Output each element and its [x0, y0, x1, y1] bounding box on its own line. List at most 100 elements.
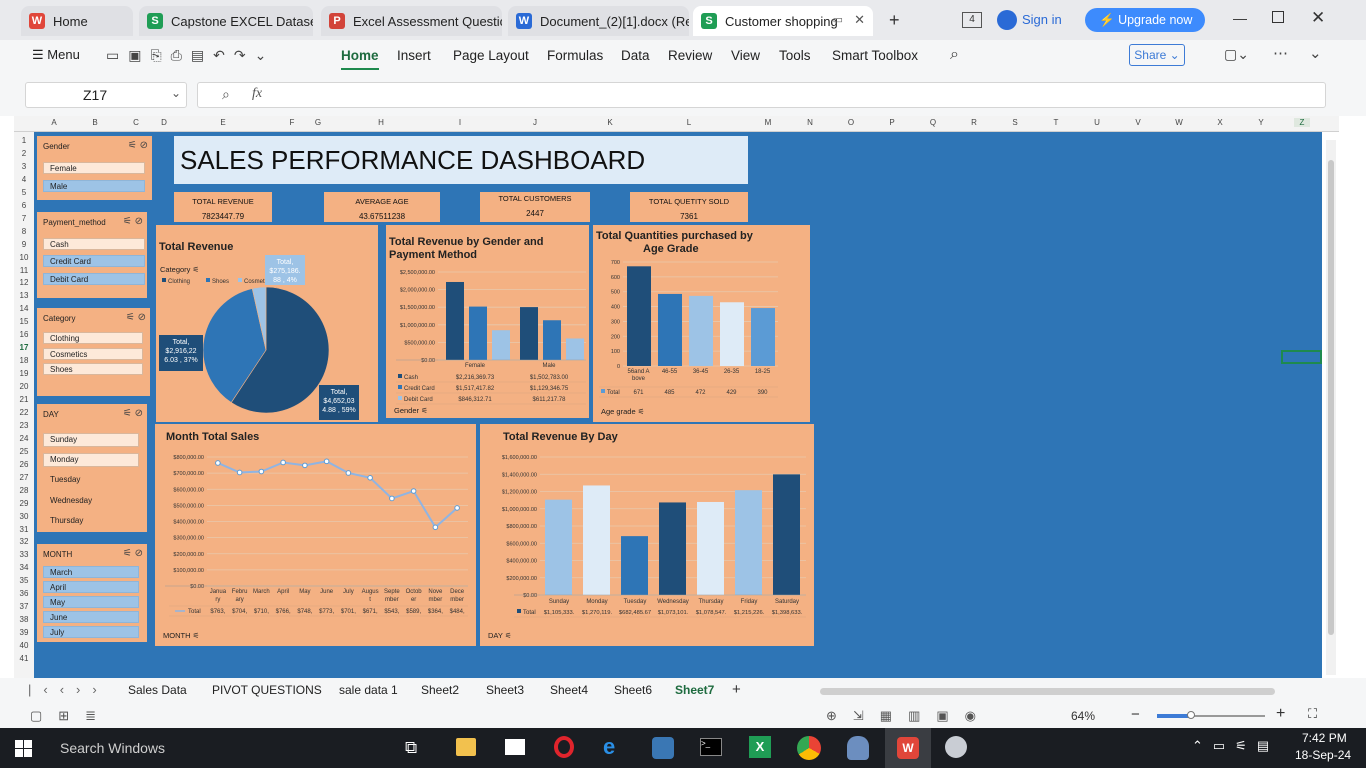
row-header[interactable]: 38 [14, 615, 34, 624]
ribbon-tab-formulas[interactable]: Formulas [547, 48, 603, 63]
system-tray-icons[interactable]: ⌃▭⚟▤ [1192, 738, 1279, 754]
row-header[interactable]: 23 [14, 421, 34, 430]
slicer-item[interactable]: Wednesday [43, 494, 139, 508]
row-header[interactable]: 10 [14, 253, 34, 262]
sign-in-link[interactable]: Sign in [1022, 12, 1062, 27]
row-header[interactable]: 35 [14, 576, 34, 585]
ribbon-tab-tools[interactable]: Tools [779, 48, 811, 63]
ribbon-tab-insert[interactable]: Insert [397, 48, 431, 63]
print-icon[interactable]: ⎙ [171, 47, 191, 63]
sheet-tab-sale-data-1[interactable]: sale data 1 [339, 683, 398, 697]
column-header[interactable]: J [527, 118, 543, 127]
row-header[interactable]: 27 [14, 473, 34, 482]
taskbar-date[interactable]: 18-Sep-24 [1295, 748, 1351, 762]
column-header[interactable]: W [1171, 118, 1187, 127]
column-header[interactable]: L [681, 118, 697, 127]
row-header[interactable]: 13 [14, 291, 34, 300]
row-header[interactable]: 14 [14, 304, 34, 313]
opera-icon[interactable] [554, 736, 574, 758]
slicer-item[interactable]: March [43, 566, 139, 578]
row-header[interactable]: 36 [14, 589, 34, 598]
cast-icon[interactable]: ▭ [833, 13, 843, 26]
row-header[interactable]: 5 [14, 188, 34, 197]
payment-method-slicer[interactable]: Payment_method ⚟ ⊘ Cash Credit Card Debi… [37, 212, 147, 298]
column-header[interactable]: P [884, 118, 900, 127]
sheet-tab-sheet4[interactable]: Sheet4 [550, 683, 588, 697]
row-header[interactable]: 29 [14, 499, 34, 508]
row-header[interactable]: 33 [14, 550, 34, 559]
slicer-item[interactable]: Cosmetics [43, 348, 143, 360]
print-preview-icon[interactable]: ▤ [191, 47, 213, 63]
slicer-filter-icon[interactable]: ⚟ ⊘ [123, 216, 143, 227]
ribbon-tab-smart-toolbox[interactable]: Smart Toolbox [832, 48, 918, 63]
media-app-icon[interactable] [505, 739, 525, 755]
zoom-level[interactable]: 64% [1071, 709, 1095, 723]
slicer-filter-icon[interactable]: ⚟ ⊘ [128, 140, 148, 151]
month-slicer[interactable]: MONTH ⚟ ⊘ March April May June July [37, 544, 147, 642]
zoom-slider-handle[interactable] [1187, 711, 1195, 719]
name-box[interactable]: Z17 ⌄ [25, 82, 187, 108]
row-header[interactable]: 7 [14, 214, 34, 223]
row-header[interactable]: 32 [14, 537, 34, 546]
scrollbar-thumb[interactable] [1328, 160, 1334, 635]
slicer-item[interactable]: Male [43, 180, 145, 192]
row-header[interactable]: 6 [14, 201, 34, 210]
column-header[interactable]: I [452, 118, 468, 127]
filter-button[interactable]: Category ⚟ [160, 265, 199, 274]
new-tab-icon[interactable]: + [889, 10, 900, 31]
browser-tab[interactable]: W Home [21, 6, 133, 36]
line-chart-month-sales[interactable]: Month Total Sales $0.00 $100,000.00 $200,00… [155, 424, 476, 646]
close-tab-icon[interactable]: ✕ [854, 12, 865, 28]
formula-input[interactable]: ⌕ fx [197, 82, 1326, 108]
fullscreen-icon[interactable]: ⛶ [1308, 706, 1317, 722]
slicer-filter-icon[interactable]: ⚟ ⊘ [123, 548, 143, 559]
export-icon[interactable]: ⎘ [150, 47, 170, 63]
vertical-scrollbar[interactable] [1326, 140, 1336, 675]
column-header[interactable]: V [1130, 118, 1146, 127]
column-header[interactable]: Z [1294, 118, 1310, 127]
chevron-down-icon[interactable]: ⌄ [171, 86, 181, 100]
app-icon[interactable] [945, 736, 967, 758]
row-header[interactable]: 39 [14, 628, 34, 637]
column-header[interactable]: G [310, 118, 326, 127]
row-header[interactable]: 15 [14, 317, 34, 326]
filter-button[interactable]: MONTH ⚟ [163, 631, 199, 640]
filter-button[interactable]: DAY ⚟ [488, 631, 512, 640]
user-avatar-icon[interactable] [997, 10, 1017, 30]
browser-tab[interactable]: W Document_(2)[1].docx (Rea [508, 6, 689, 36]
row-header[interactable]: 12 [14, 278, 34, 287]
slicer-item[interactable]: Female [43, 162, 145, 174]
column-header[interactable]: A [46, 118, 62, 127]
row-header[interactable]: 22 [14, 408, 34, 417]
category-slicer[interactable]: Category ⚟ ⊘ Clothing Cosmetics Shoes [37, 308, 150, 396]
taskbar-time[interactable]: 7:42 PM [1302, 731, 1347, 745]
view-mode-icons[interactable]: ⊕⇲▦▥▣◉ [826, 708, 992, 724]
slicer-item[interactable]: Credit Card [43, 255, 145, 267]
sheet-tab-sheet6[interactable]: Sheet6 [614, 683, 652, 697]
save-icon[interactable]: ▣ [128, 47, 150, 63]
chrome-icon[interactable] [797, 736, 821, 760]
slicer-item[interactable]: July [43, 626, 139, 638]
row-header[interactable]: 18 [14, 356, 34, 365]
column-header[interactable]: X [1212, 118, 1228, 127]
filter-button[interactable]: Gender ⚟ [394, 406, 428, 415]
column-header[interactable]: B [87, 118, 103, 127]
row-header[interactable]: 4 [14, 175, 34, 184]
column-header[interactable]: Y [1253, 118, 1269, 127]
windows-start-icon[interactable] [15, 740, 32, 757]
python-icon[interactable] [652, 737, 674, 759]
postgres-icon[interactable] [847, 736, 869, 760]
row-header[interactable]: 31 [14, 525, 34, 534]
sheet-nav-icons[interactable]: |‹‹›› [28, 682, 109, 697]
pie-chart-total-revenue[interactable]: Total RevenueCategory ⚟Clothing Shoes Cosm… [156, 225, 378, 422]
sheet-tab-sales-data[interactable]: Sales Data [128, 683, 187, 697]
zoom-slider[interactable] [1157, 711, 1265, 719]
row-header[interactable]: 28 [14, 486, 34, 495]
wps-taskbar-item[interactable]: W [885, 728, 931, 768]
column-header[interactable]: U [1089, 118, 1105, 127]
ribbon-tab-review[interactable]: Review [668, 48, 712, 63]
tab-count-badge[interactable]: 4 [962, 12, 982, 28]
day-slicer[interactable]: DAY ⚟ ⊘ Sunday Monday Tuesday Wednesday … [37, 404, 147, 532]
column-header[interactable]: N [802, 118, 818, 127]
column-header[interactable]: D [156, 118, 172, 127]
